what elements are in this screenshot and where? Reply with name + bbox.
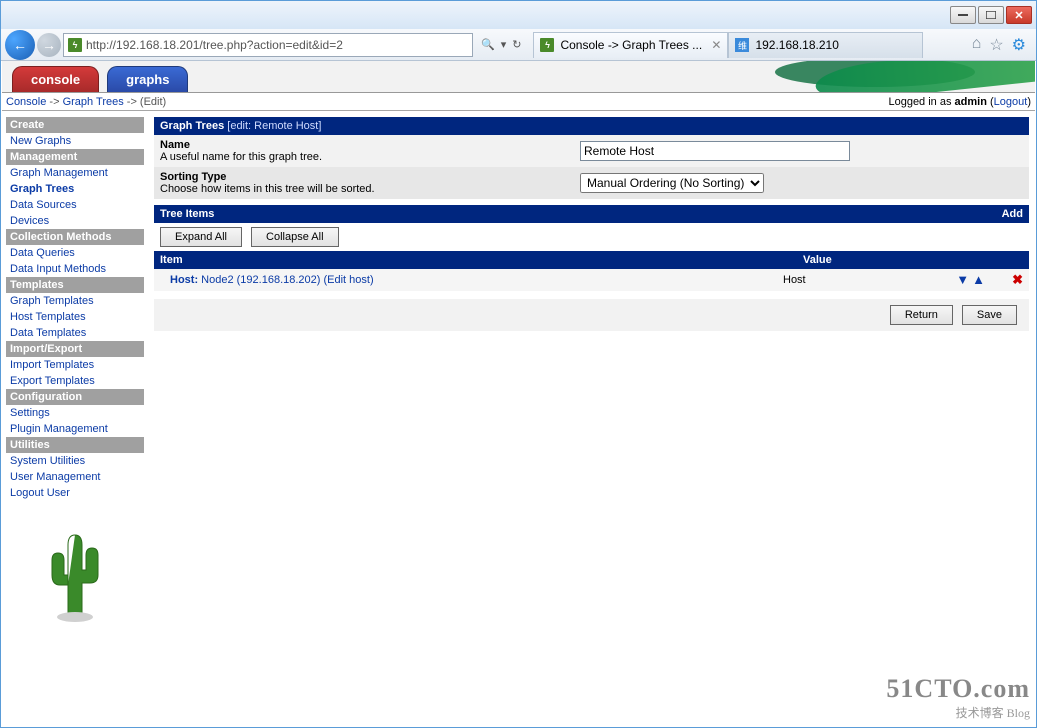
sidebar-item-host-templates[interactable]: Host Templates bbox=[6, 309, 144, 325]
forward-button[interactable]: → bbox=[37, 33, 61, 57]
breadcrumb-graph-trees[interactable]: Graph Trees bbox=[63, 96, 124, 108]
form-table: Name A useful name for this graph tree. … bbox=[154, 135, 1029, 199]
collapse-all-button[interactable]: Collapse All bbox=[251, 227, 338, 247]
side-head-configuration: Configuration bbox=[6, 389, 144, 405]
back-button[interactable]: ← bbox=[5, 30, 35, 60]
sidebar-item-settings[interactable]: Settings bbox=[6, 405, 144, 421]
search-icon[interactable]: 🔍 bbox=[481, 38, 495, 51]
breadcrumb-sep: -> bbox=[49, 96, 59, 108]
app-tab-bar: console graphs bbox=[2, 61, 1035, 93]
tree-items-header: Tree Items Add bbox=[154, 205, 1029, 223]
return-button[interactable]: Return bbox=[890, 305, 953, 325]
save-row: Return Save bbox=[154, 299, 1029, 331]
home-icon[interactable]: ⌂ bbox=[972, 35, 982, 55]
add-link[interactable]: Add bbox=[1002, 208, 1023, 220]
refresh-icon[interactable]: ↻ bbox=[512, 38, 521, 51]
app: console graphs Console -> Graph Trees ->… bbox=[2, 61, 1035, 726]
sidebar-item-import-templates[interactable]: Import Templates bbox=[6, 357, 144, 373]
breadcrumb: Console -> Graph Trees -> (Edit) bbox=[6, 96, 166, 108]
maximize-button[interactable] bbox=[978, 6, 1004, 24]
name-desc: A useful name for this graph tree. bbox=[160, 151, 322, 163]
close-button[interactable]: ✕ bbox=[1006, 6, 1032, 24]
panel-title: Graph Trees [edit: Remote Host] bbox=[154, 117, 1029, 135]
minimize-button[interactable] bbox=[950, 6, 976, 24]
auth-user: admin bbox=[955, 96, 987, 108]
cacti-favicon-icon: ϟ bbox=[540, 38, 554, 52]
cactus-logo bbox=[6, 525, 144, 628]
breadcrumb-console[interactable]: Console bbox=[6, 96, 46, 108]
sidebar-item-data-sources[interactable]: Data Sources bbox=[6, 197, 144, 213]
address-bar: ϟ bbox=[63, 33, 473, 57]
main: Graph Trees [edit: Remote Host] Name A u… bbox=[148, 111, 1035, 726]
side-head-collection: Collection Methods bbox=[6, 229, 144, 245]
address-bar-controls: 🔍 ▾ ↻ bbox=[475, 38, 527, 51]
tree-row: Host: Node2 (192.168.18.202) (Edit host)… bbox=[154, 269, 1029, 291]
save-button[interactable]: Save bbox=[962, 305, 1017, 325]
sidebar-item-plugin-management[interactable]: Plugin Management bbox=[6, 421, 144, 437]
side-head-import-export: Import/Export bbox=[6, 341, 144, 357]
side-head-templates: Templates bbox=[6, 277, 144, 293]
browser-tab-active[interactable]: ϟ Console -> Graph Trees ... ✕ bbox=[533, 32, 728, 58]
side-head-utilities: Utilities bbox=[6, 437, 144, 453]
tree-item-value: Host bbox=[783, 274, 903, 286]
form-row-sort: Sorting Type Choose how items in this tr… bbox=[154, 167, 1029, 199]
sidebar-item-devices[interactable]: Devices bbox=[6, 213, 144, 229]
side-head-create: Create bbox=[6, 117, 144, 133]
url-input[interactable] bbox=[86, 38, 468, 52]
col-value-header: Value bbox=[803, 254, 983, 266]
sidebar-item-graph-trees[interactable]: Graph Trees bbox=[6, 181, 144, 197]
auth-status: Logged in as admin (Logout) bbox=[888, 96, 1031, 108]
dropdown-icon[interactable]: ▾ bbox=[501, 38, 507, 51]
tools-icon[interactable]: ⚙ bbox=[1012, 35, 1026, 55]
sidebar-item-export-templates[interactable]: Export Templates bbox=[6, 373, 144, 389]
window-controls: ✕ bbox=[950, 6, 1032, 24]
browser-tabs: ϟ Console -> Graph Trees ... ✕ 维 192.168… bbox=[533, 32, 923, 58]
edit-host-link[interactable]: (Edit host) bbox=[324, 274, 374, 286]
sidebar-item-graph-templates[interactable]: Graph Templates bbox=[6, 293, 144, 309]
form-row-name: Name A useful name for this graph tree. bbox=[154, 135, 1029, 167]
tab-graphs[interactable]: graphs bbox=[107, 66, 188, 92]
tab-title: 192.168.18.210 bbox=[755, 38, 838, 52]
breadcrumb-current: -> (Edit) bbox=[127, 96, 166, 108]
sidebar-item-data-queries[interactable]: Data Queries bbox=[6, 245, 144, 261]
sort-label: Sorting Type bbox=[160, 171, 226, 183]
logout-link[interactable]: Logout bbox=[994, 96, 1028, 108]
name-input[interactable] bbox=[580, 141, 850, 161]
move-down-icon[interactable]: ▼ bbox=[956, 272, 969, 287]
tree-item-link[interactable]: Host: Node2 (192.168.18.202) bbox=[170, 274, 320, 286]
sidebar-item-new-graphs[interactable]: New Graphs bbox=[6, 133, 144, 149]
name-label: Name bbox=[160, 139, 190, 151]
favorites-icon[interactable]: ☆ bbox=[989, 35, 1003, 55]
topbar: Console -> Graph Trees -> (Edit) Logged … bbox=[2, 93, 1035, 111]
titlebar: ✕ bbox=[1, 1, 1036, 29]
ie-right-icons: ⌂ ☆ ⚙ bbox=[966, 35, 1032, 55]
move-up-icon[interactable]: ▲ bbox=[972, 272, 985, 287]
ie-favicon-icon: 维 bbox=[735, 38, 749, 52]
close-tab-icon[interactable]: ✕ bbox=[711, 38, 721, 52]
sort-desc: Choose how items in this tree will be so… bbox=[160, 183, 375, 195]
cacti-favicon-icon: ϟ bbox=[68, 38, 82, 52]
sidebar-item-graph-management[interactable]: Graph Management bbox=[6, 165, 144, 181]
side-head-management: Management bbox=[6, 149, 144, 165]
watermark: 51CTO.com 技术博客 Blog bbox=[886, 674, 1030, 721]
sort-select[interactable]: Manual Ordering (No Sorting) bbox=[580, 173, 764, 193]
sidebar: Create New Graphs Management Graph Manag… bbox=[2, 111, 148, 726]
expand-all-button[interactable]: Expand All bbox=[160, 227, 242, 247]
delete-icon[interactable]: ✖ bbox=[1012, 272, 1023, 287]
window: ✕ ← → ϟ 🔍 ▾ ↻ ϟ Console -> Graph Trees .… bbox=[0, 0, 1037, 728]
sidebar-item-system-utilities[interactable]: System Utilities bbox=[6, 453, 144, 469]
sidebar-item-user-management[interactable]: User Management bbox=[6, 469, 144, 485]
sidebar-item-logout-user[interactable]: Logout User bbox=[6, 485, 144, 501]
col-item-header: Item bbox=[160, 254, 803, 266]
body: Create New Graphs Management Graph Manag… bbox=[2, 111, 1035, 726]
tab-console[interactable]: console bbox=[12, 66, 99, 92]
tree-buttons: Expand All Collapse All bbox=[154, 223, 1029, 251]
tab-title: Console -> Graph Trees ... bbox=[560, 38, 702, 52]
ie-toolbar: ← → ϟ 🔍 ▾ ↻ ϟ Console -> Graph Trees ...… bbox=[1, 29, 1036, 61]
browser-tab[interactable]: 维 192.168.18.210 bbox=[728, 32, 923, 58]
sidebar-item-data-input-methods[interactable]: Data Input Methods bbox=[6, 261, 144, 277]
grid-header: Item Value bbox=[154, 251, 1029, 269]
sidebar-item-data-templates[interactable]: Data Templates bbox=[6, 325, 144, 341]
